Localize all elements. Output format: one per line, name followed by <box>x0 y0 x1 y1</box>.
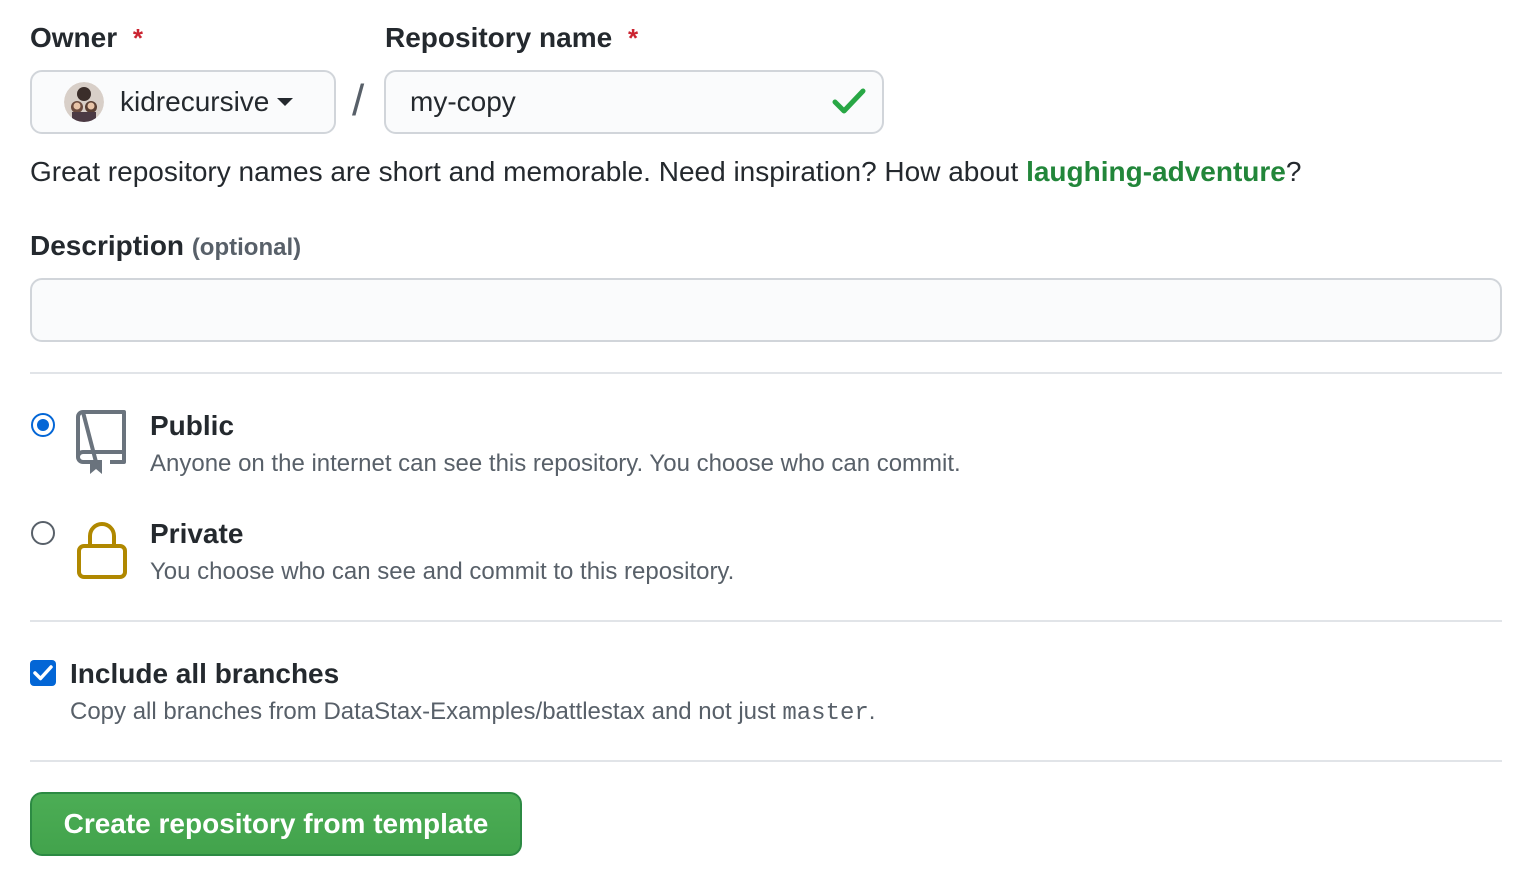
repo-name-label: Repository name * <box>385 22 639 53</box>
repo-name-input[interactable] <box>384 70 884 134</box>
divider <box>30 760 1502 762</box>
private-title: Private <box>150 518 244 549</box>
lock-icon <box>76 520 128 585</box>
public-description: Anyone on the internet can see this repo… <box>150 450 961 477</box>
include-branches-label: Include all branches <box>70 658 340 689</box>
branch-code: master <box>782 700 869 727</box>
include-branches-description: Copy all branches from DataStax-Examples… <box>70 698 876 727</box>
private-description: You choose who can see and commit to thi… <box>150 558 735 585</box>
optional-tag: (optional) <box>191 234 302 261</box>
create-repository-button[interactable]: Create repository from template <box>30 792 522 856</box>
user-avatar <box>64 82 104 122</box>
repo-name-hint: Great repository names are short and mem… <box>30 156 1302 187</box>
repo-required-mark: * <box>627 23 639 53</box>
name-suggestion-link[interactable]: laughing-adventure <box>1026 156 1286 187</box>
caret-down-icon <box>277 98 294 106</box>
description-input[interactable] <box>30 278 1502 342</box>
checkmark-icon <box>33 665 53 681</box>
public-title: Public <box>150 410 235 441</box>
include-branches-checkbox[interactable] <box>30 660 56 686</box>
owner-name: kidrecursive <box>120 86 270 117</box>
divider <box>30 620 1502 622</box>
repo-book-icon <box>76 410 128 481</box>
divider <box>30 372 1502 374</box>
description-label: Description (optional) <box>30 230 302 261</box>
private-radio[interactable] <box>31 521 55 545</box>
check-icon <box>832 86 866 121</box>
owner-select[interactable]: kidrecursive <box>30 70 336 134</box>
owner-label: Owner * <box>30 22 144 53</box>
owner-required-mark: * <box>132 23 144 53</box>
owner-repo-separator: / <box>352 76 365 125</box>
public-radio[interactable] <box>31 413 55 437</box>
